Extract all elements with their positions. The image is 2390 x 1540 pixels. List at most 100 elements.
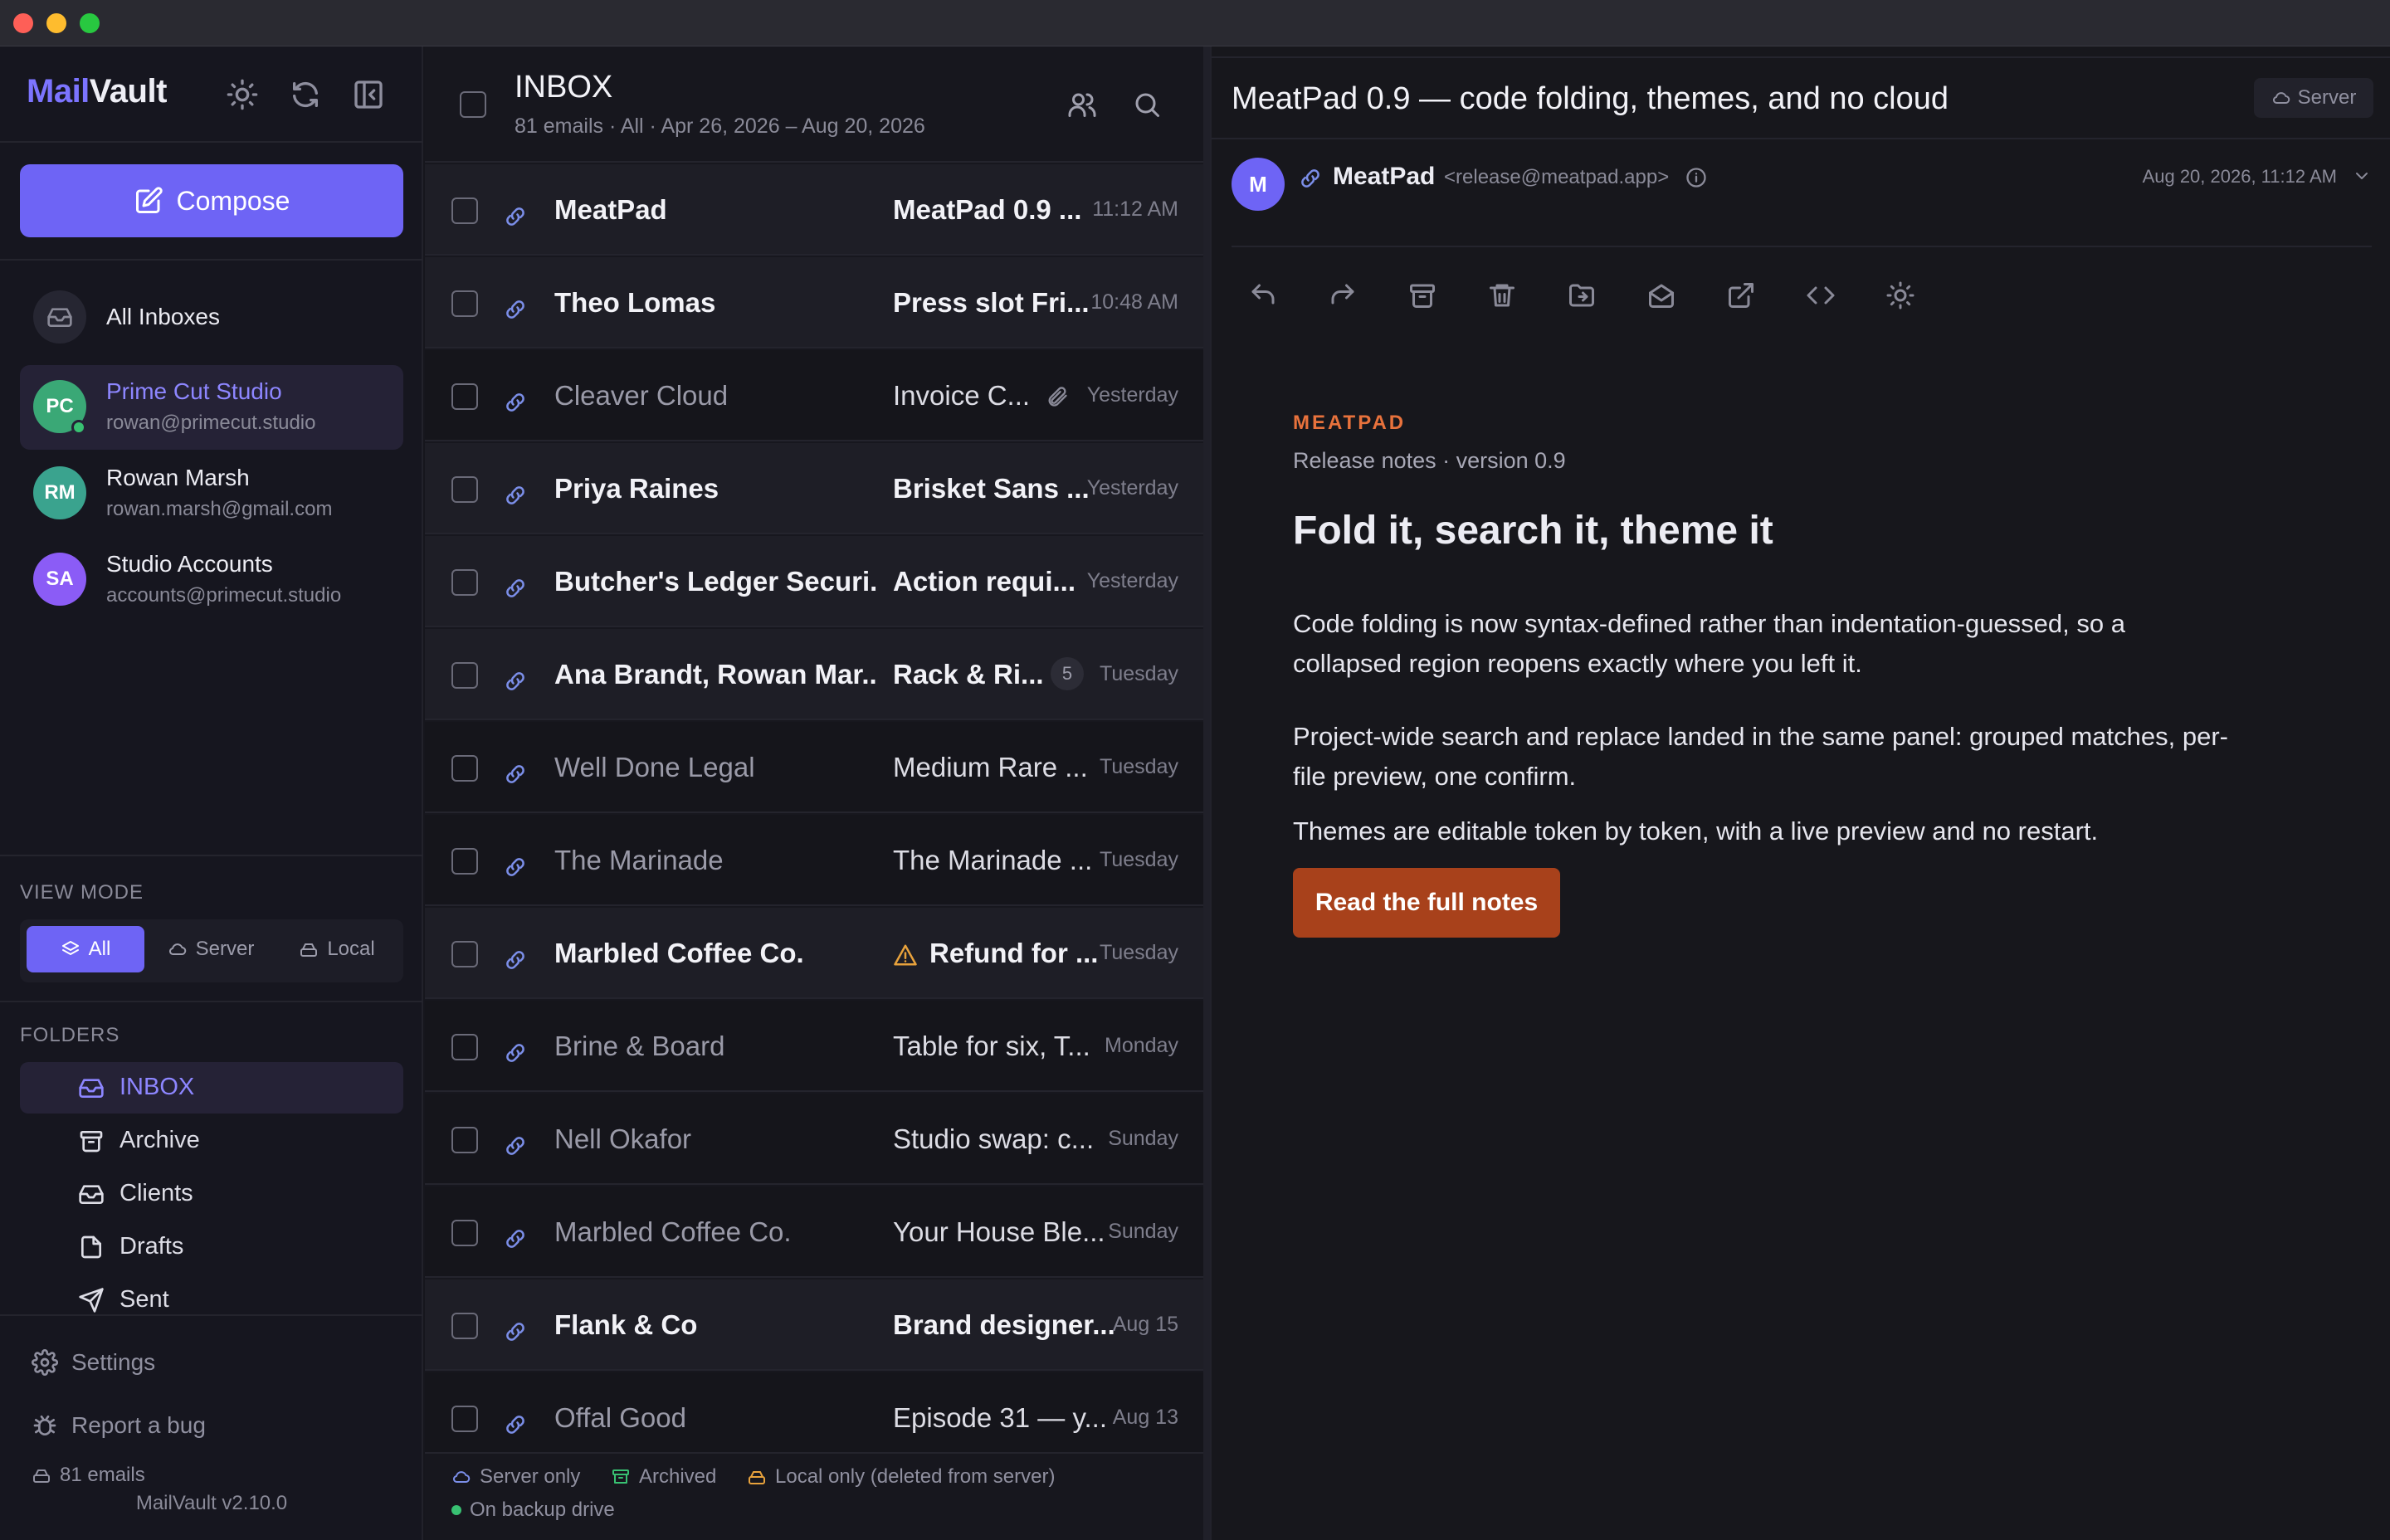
body-paragraph: Code folding is now syntax-defined rathe… (1293, 609, 2125, 678)
account-all-inboxes[interactable]: All Inboxes (20, 275, 403, 360)
account-email: rowan@primecut.studio (106, 412, 316, 434)
zoom-window-button[interactable] (80, 13, 100, 33)
pane-splitter[interactable] (1203, 46, 1210, 1540)
row-subject: Refund for ... (929, 938, 1099, 968)
view-mode-local[interactable]: Local (277, 926, 397, 972)
row-date: Yesterday (1086, 383, 1178, 407)
inbox-icon (79, 1185, 104, 1204)
sun-icon[interactable] (226, 78, 259, 111)
select-all-checkbox[interactable] (460, 91, 486, 118)
online-indicator (71, 420, 86, 435)
row-checkbox[interactable] (451, 1406, 478, 1432)
row-checkbox[interactable] (451, 941, 478, 967)
account-prime-cut-studio[interactable]: PC Prime Cut Studio rowan@primecut.studi… (20, 365, 403, 450)
row-checkbox[interactable] (451, 1127, 478, 1153)
layers-icon (61, 941, 79, 955)
account-studio-accounts[interactable]: SA Studio Accounts accounts@primecut.stu… (20, 538, 403, 622)
move-to-folder-icon[interactable] (1567, 280, 1597, 310)
report-bug-link[interactable]: Report a bug (32, 1412, 206, 1439)
link-icon (503, 483, 528, 508)
row-checkbox[interactable] (451, 569, 478, 596)
divider (1212, 56, 2390, 58)
message-list: INBOX 81 emails · All · Apr 26, 2026 – A… (425, 46, 1205, 1540)
code-icon[interactable] (1806, 280, 1836, 310)
table-row[interactable]: Well Done Legal Medium Rare ... Tuesday (425, 722, 1205, 813)
close-window-button[interactable] (13, 13, 33, 33)
table-row[interactable]: MeatPad MeatPad 0.9 ... 11:12 AM (425, 164, 1205, 256)
row-subject: MeatPad 0.9 ... (893, 194, 1082, 225)
settings-link[interactable]: Settings (32, 1349, 155, 1376)
folder-archive[interactable]: Archive (20, 1115, 403, 1167)
table-row[interactable]: Cleaver Cloud Invoice C... Yesterday (425, 350, 1205, 441)
row-checkbox[interactable] (451, 1034, 478, 1060)
folder-drafts[interactable]: Drafts (20, 1221, 403, 1273)
row-date: Tuesday (1100, 755, 1178, 778)
row-checkbox[interactable] (451, 290, 478, 317)
row-subject: Your House Ble... (893, 1216, 1105, 1247)
table-row[interactable]: Ana Brandt, Rowan Mar... Rack & Ri... 5 Tue… (425, 629, 1205, 720)
refresh-icon[interactable] (289, 78, 322, 111)
link-icon (503, 1226, 528, 1251)
row-checkbox[interactable] (451, 197, 478, 224)
compose-button[interactable]: Compose (20, 164, 403, 237)
table-row[interactable]: Marbled Coffee Co. Refund for ... Tuesday (425, 908, 1205, 999)
row-checkbox[interactable] (451, 848, 478, 875)
account-email: accounts@primecut.studio (106, 584, 342, 607)
divider (1212, 138, 2390, 139)
table-row[interactable]: Nell Okafor Studio swap: c... Sunday (425, 1094, 1205, 1185)
info-icon[interactable] (1685, 166, 1708, 189)
row-checkbox[interactable] (451, 1220, 478, 1246)
row-checkbox[interactable] (451, 662, 478, 689)
sender-name[interactable]: MeatPad (1333, 163, 1435, 191)
archive-icon[interactable] (1407, 280, 1437, 310)
read-full-notes-button[interactable]: Read the full notes (1293, 868, 1560, 938)
link-icon (503, 297, 528, 322)
table-row[interactable]: Butcher's Ledger Securi... Action requi..… (425, 536, 1205, 627)
mark-unread-icon[interactable] (1646, 280, 1676, 310)
folder-title: INBOX (515, 70, 613, 105)
view-mode-server[interactable]: Server (153, 926, 269, 972)
row-checkbox[interactable] (451, 383, 478, 410)
minimize-window-button[interactable] (46, 13, 66, 33)
row-subject: Brand designer... (893, 1309, 1115, 1340)
link-icon (503, 1040, 528, 1065)
search-icon[interactable] (1132, 90, 1162, 119)
forward-icon[interactable] (1328, 280, 1358, 310)
divider (0, 1314, 423, 1316)
row-sender: Well Done Legal (554, 752, 755, 782)
table-row[interactable]: The Marinade The Marinade ... Tuesday (425, 815, 1205, 906)
row-checkbox[interactable] (451, 476, 478, 503)
open-external-icon[interactable] (1726, 280, 1756, 310)
inbox-stack-icon (33, 290, 86, 344)
row-sender: Offal Good (554, 1402, 686, 1433)
row-checkbox[interactable] (451, 1313, 478, 1339)
table-row[interactable]: Theo Lomas Press slot Fri... 10:48 AM (425, 257, 1205, 348)
row-subject: Action requi... (893, 566, 1076, 597)
folders-heading: FOLDERS (20, 1024, 120, 1046)
row-subject: Medium Rare ... (893, 752, 1088, 782)
contacts-icon[interactable] (1067, 90, 1097, 119)
row-subject: Invoice C... (893, 380, 1031, 411)
row-subject: The Marinade ... (893, 845, 1093, 875)
sun-icon[interactable] (1885, 280, 1915, 310)
trash-icon[interactable] (1487, 280, 1517, 310)
folder-clients[interactable]: Clients (20, 1168, 403, 1220)
cloud-icon (453, 1471, 471, 1483)
table-row[interactable]: Brine & Board Table for six, T... Monday (425, 1001, 1205, 1092)
chevron-down-icon[interactable] (2352, 166, 2372, 186)
collapse-sidebar-icon[interactable] (352, 78, 385, 111)
reply-icon[interactable] (1248, 280, 1278, 310)
row-checkbox[interactable] (451, 755, 478, 782)
view-mode-all[interactable]: All (27, 926, 144, 972)
table-row[interactable]: Marbled Coffee Co. Your House Ble... Sunda… (425, 1187, 1205, 1278)
table-row[interactable]: Priya Raines Brisket Sans ... Yesterday (425, 443, 1205, 534)
table-row[interactable]: Offal Good Episode 31 — y... Aug 13 (425, 1372, 1205, 1464)
paperclip-icon (1046, 385, 1069, 408)
folder-inbox[interactable]: INBOX (20, 1062, 403, 1114)
file-icon (81, 1235, 101, 1259)
cloud-icon (168, 943, 186, 955)
account-rowan-marsh[interactable]: RM Rowan Marsh rowan.marsh@gmail.com (20, 451, 403, 536)
table-row[interactable]: Flank & Co Brand designer... Aug 15 (425, 1279, 1205, 1371)
warning-icon (893, 943, 918, 967)
folder-sent[interactable]: Sent (20, 1274, 403, 1326)
